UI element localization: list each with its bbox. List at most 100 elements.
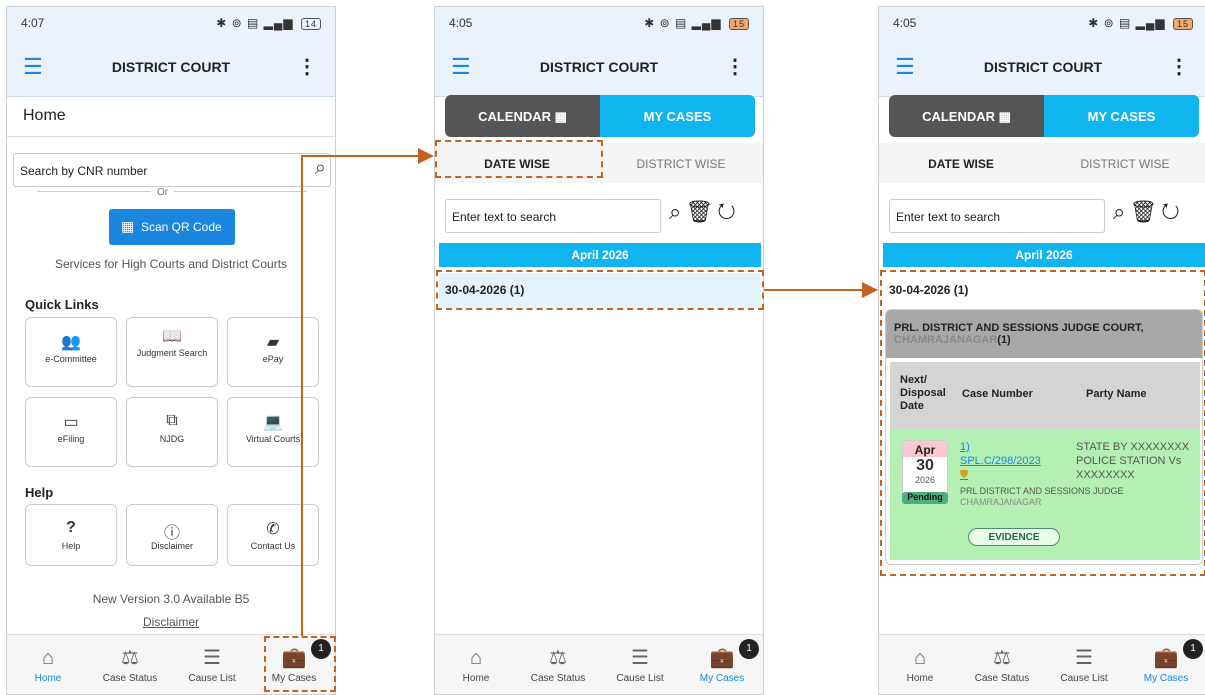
tile-njdg[interactable]: ⧉ NJDG [126,397,218,467]
scan-qr-button[interactable]: ▦ Scan QR Code [109,209,235,245]
disclaimer-link[interactable]: Disclaimer [7,615,335,629]
case-filter-input[interactable]: Enter text to search [889,199,1105,233]
nav-label: Home [34,673,62,684]
tile-contact-us[interactable]: ✆ Contact Us [227,504,319,566]
nav-label: Case Status [974,673,1030,684]
status-bar: 4:07 ✱ ⊚ ▤ ▂▄▆ 14 [7,7,335,39]
filter-placeholder: Enter text to search [452,210,557,224]
app-title: DISTRICT COURT [983,59,1103,75]
trash-icon[interactable]: 🗑 [1129,199,1161,224]
tile-label: Virtual Courts [245,434,301,444]
scan-qr-label: Scan QR Code [141,220,222,234]
trash-icon[interactable]: 🗑 [685,199,717,224]
nav-home[interactable]: ⌂ Home [435,635,517,694]
list-icon: ☰ [631,647,649,669]
tile-judgment-search[interactable]: 📖 Judgment Search [126,317,218,387]
tab-district-wise[interactable]: DISTRICT WISE [599,143,763,183]
qr-icon: ▦ [121,218,135,234]
nav-label: Cause List [1060,673,1108,684]
nav-cause-list[interactable]: ☰ Cause List [599,635,681,694]
wallet-icon: ▰ [266,334,280,351]
calendar-icon: ▦ [554,109,567,124]
calendar-icon: ▦ [998,109,1011,124]
more-options-icon[interactable]: ⋮ [297,54,317,79]
list-icon: ☰ [1075,647,1093,669]
calendar-label: CALENDAR [922,109,996,124]
nav-label: Home [462,673,490,684]
more-options-icon[interactable]: ⋮ [725,54,745,79]
home-icon: ⌂ [913,647,927,669]
scales-icon: ⚖ [549,647,567,669]
version-text: New Version 3.0 Available B5 [92,592,250,606]
nav-case-status[interactable]: ⚖ Case Status [517,635,599,694]
cnr-search-input[interactable]: Search by CNR number ⌕ [13,153,331,187]
tile-help[interactable]: ? Help [25,504,117,566]
highlight-case-card [880,270,1205,576]
nav-label: My Cases [1143,673,1189,684]
list-icon: ☰ [203,647,221,669]
phone-my-cases-list: 4:05 ✱ ⊚ ▤ ▂▄▆ 15 ☰ DISTRICT COURT ⋮ CAL… [434,6,764,695]
nav-my-cases[interactable]: 💼 1 My Cases [1125,635,1205,694]
window-icon: ▭ [63,414,79,431]
tab-district-wise[interactable]: DISTRICT WISE [1043,143,1205,183]
month-header: April 2026 [883,243,1205,267]
nav-label: Case Status [102,673,158,684]
tab-date-wise[interactable]: DATE WISE [879,143,1043,183]
case-filter-input[interactable]: Enter text to search [445,199,661,233]
people-icon: 👥 [61,334,81,351]
calendar-tab[interactable]: CALENDAR ▦ [445,95,600,137]
tile-e-committee[interactable]: 👥 e-Committee [25,317,117,387]
battery-icon: 15 [728,18,749,30]
tile-disclaimer[interactable]: ⓘ Disclaimer [126,504,218,566]
tile-label: Disclaimer [150,541,193,551]
search-icon[interactable]: ⌕ [669,199,685,224]
nav-label: Home [906,673,934,684]
phone-home-screen: 4:07 ✱ ⊚ ▤ ▂▄▆ 14 ☰ DISTRICT COURT ⋮ Hom… [6,6,336,695]
status-icons: ✱ ⊚ ▤ ▂▄▆ 15 [1088,16,1193,30]
nav-my-cases[interactable]: 💼 1 My Cases [681,635,763,694]
tile-epay[interactable]: ▰ ePay [227,317,319,387]
tile-label: e-Committee [45,354,97,364]
search-placeholder: Search by CNR number [20,164,148,178]
nav-label: Cause List [616,673,664,684]
nav-label: Case Status [530,673,586,684]
refresh-icon[interactable]: ↻ [717,199,740,224]
tile-label: Help [61,541,81,551]
tile-label: NJDG [159,434,185,444]
calendar-tab[interactable]: CALENDAR ▦ [889,95,1044,137]
highlight-date-row [436,270,764,310]
nav-home[interactable]: ⌂ Home [879,635,961,694]
nav-home[interactable]: ⌂ Home [7,635,89,694]
nav-case-status[interactable]: ⚖ Case Status [89,635,171,694]
app-title: DISTRICT COURT [111,59,231,75]
view-toggle: CALENDAR ▦ MY CASES [889,95,1199,137]
status-icons: ✱ ⊚ ▤ ▂▄▆ 15 [644,16,749,30]
app-bar: ☰ DISTRICT COURT ⋮ [7,39,335,97]
filter-actions: ⌕🗑↻ [669,199,740,225]
quick-links-title: Quick Links [25,297,99,312]
nav-cause-list[interactable]: ☰ Cause List [171,635,253,694]
view-toggle: CALENDAR ▦ MY CASES [445,95,755,137]
my-cases-tab[interactable]: MY CASES [600,95,755,137]
nav-cause-list[interactable]: ☰ Cause List [1043,635,1125,694]
status-time: 4:05 [449,16,473,30]
nav-case-status[interactable]: ⚖ Case Status [961,635,1043,694]
highlight-my-cases [264,636,336,692]
search-icon[interactable]: ⌕ [1113,199,1129,224]
tile-virtual-courts[interactable]: 💻 Virtual Courts [227,397,319,467]
refresh-icon[interactable]: ↻ [1161,199,1184,224]
my-cases-tab[interactable]: MY CASES [1044,95,1199,137]
bottom-nav: ⌂ Home ⚖ Case Status ☰ Cause List 💼 1 My Case… [879,634,1205,694]
nav-label: Cause List [188,673,236,684]
info-icon: ⓘ [163,525,180,542]
highlight-date-wise [435,140,603,178]
scales-icon: ⚖ [993,647,1011,669]
help-title: Help [25,485,54,500]
home-icon: ⌂ [41,647,55,669]
filter-actions: ⌕🗑↻ [1113,199,1184,225]
nav-label: My Cases [699,673,745,684]
more-options-icon[interactable]: ⋮ [1169,54,1189,79]
search-icon[interactable]: ⌕ [315,157,326,180]
tile-efiling[interactable]: ▭ eFiling [25,397,117,467]
presentation-icon: ⧉ [166,412,178,429]
